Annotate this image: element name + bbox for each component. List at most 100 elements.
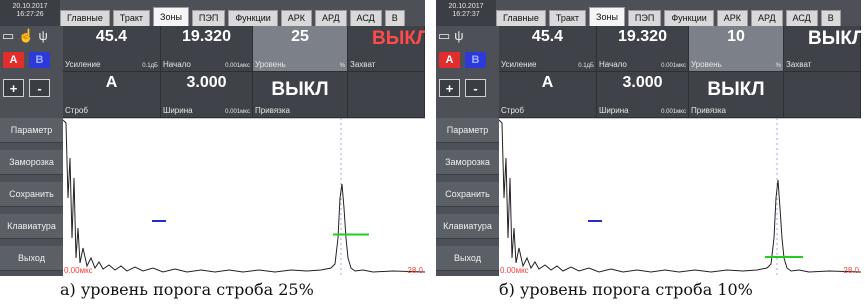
time-label: 16:27:26 <box>16 11 44 18</box>
channel-b-button[interactable]: B <box>29 52 50 68</box>
start-cell[interactable]: 19.320 Начало 0.001мкс <box>161 26 253 72</box>
binding-value: ВЫКЛ <box>271 79 329 100</box>
keyboard-button[interactable]: Клавиатура <box>0 214 63 239</box>
tab-asd[interactable]: АСД <box>785 10 818 26</box>
parameter-grid: 45.4 Усиление 0.1дБ 19.320 Начало 0.001м… <box>63 26 425 118</box>
minus-button[interactable]: - <box>465 79 486 97</box>
tab-probe[interactable]: ПЭП <box>627 10 662 26</box>
flaw-detector-screen-b: 20.10.2017 16:27:37 Главные Тракт Зоны П… <box>436 0 861 276</box>
tab-ard[interactable]: АРД <box>315 10 347 26</box>
screen-icon: ▭ <box>438 28 451 43</box>
echo-signal <box>499 119 861 273</box>
tab-ard[interactable]: АРД <box>751 10 783 26</box>
save-button[interactable]: Сохранить <box>0 182 63 207</box>
channel-a-button[interactable]: A <box>439 52 460 68</box>
exit-button[interactable]: Выход <box>0 246 63 271</box>
start-cell[interactable]: 19.320 Начало 0.001мкс <box>597 26 689 72</box>
exit-button[interactable]: Выход <box>436 246 499 271</box>
caption-a: а) уровень порога строба 25% <box>60 280 314 299</box>
keyboard-button[interactable]: Клавиатура <box>436 214 499 239</box>
channel-buttons: A B <box>439 52 486 68</box>
tab-tract[interactable]: Тракт <box>548 10 587 26</box>
gain-cell[interactable]: 45.4 Усиление 0.1дБ <box>499 26 597 72</box>
width-cell[interactable]: 3.000 Ширина 0.001мкс <box>161 72 253 118</box>
gate-value: A <box>541 74 554 91</box>
tab-tract[interactable]: Тракт <box>112 10 151 26</box>
tab-ark[interactable]: АРК <box>280 10 313 26</box>
gain-label: Усиление <box>501 60 537 69</box>
capture-value: ВЫКЛ <box>808 28 861 49</box>
width-label: Ширина <box>163 106 193 115</box>
status-icons: ▭ ψ <box>438 28 496 46</box>
binding-label: Привязка <box>255 106 290 115</box>
tab-bar: Главные Тракт Зоны ПЭП Функции АРК АРД А… <box>60 7 425 26</box>
tab-bar: Главные Тракт Зоны ПЭП Функции АРК АРД А… <box>496 7 861 26</box>
width-cell[interactable]: 3.000 Ширина 0.001мкс <box>597 72 689 118</box>
plus-button[interactable]: + <box>3 79 24 97</box>
gain-label: Усиление <box>65 60 101 69</box>
gain-unit: 0.1дБ <box>142 63 158 69</box>
freeze-button[interactable]: Заморозка <box>436 150 499 175</box>
axis-end-label: 28.0 <box>843 266 859 275</box>
tab-zones[interactable]: Зоны <box>153 7 189 26</box>
capture-cell[interactable]: ВЫКЛ Захват <box>348 26 425 72</box>
gain-cell[interactable]: 45.4 Усиление 0.1дБ <box>63 26 161 72</box>
tab-probe[interactable]: ПЭП <box>191 10 226 26</box>
flaw-detector-screen-a: 20.10.2017 16:27:26 Главные Тракт Зоны П… <box>0 0 425 276</box>
level-cell[interactable]: 10 Уровень % <box>689 26 784 72</box>
tab-more[interactable]: В <box>820 10 841 26</box>
tab-more[interactable]: В <box>384 10 405 26</box>
gain-unit: 0.1дБ <box>578 63 594 69</box>
tab-ark[interactable]: АРК <box>716 10 749 26</box>
capture-cell[interactable]: ВЫКЛ Захват <box>784 26 861 72</box>
status-icons: ▭ ☝ ψ <box>2 28 60 46</box>
parameter-button[interactable]: Параметр <box>436 118 499 143</box>
gate-cell[interactable]: A Строб <box>63 72 161 118</box>
channel-a-button[interactable]: A <box>3 52 24 68</box>
level-label: Уровень <box>255 60 286 69</box>
plus-minus-buttons: + - <box>439 79 486 97</box>
minus-button[interactable]: - <box>29 79 50 97</box>
time-label: 16:27:37 <box>452 11 480 18</box>
width-unit: 0.001мкс <box>661 109 686 115</box>
level-unit: % <box>775 63 781 69</box>
a-scan-display: 0.00мкс 28.0 <box>63 118 425 276</box>
width-unit: 0.001мкс <box>225 109 250 115</box>
level-label: Уровень <box>691 60 722 69</box>
freeze-button[interactable]: Заморозка <box>0 150 63 175</box>
start-value: 19.320 <box>182 28 231 45</box>
plus-minus-buttons: + - <box>3 79 50 97</box>
capture-label: Захват <box>350 60 376 69</box>
tab-main[interactable]: Главные <box>496 10 546 26</box>
tab-main[interactable]: Главные <box>60 10 110 26</box>
tab-asd[interactable]: АСД <box>349 10 382 26</box>
usb-icon: ψ <box>38 28 48 43</box>
start-unit: 0.001мкс <box>225 63 250 69</box>
binding-value: ВЫКЛ <box>707 79 765 100</box>
axis-start-label: 0.00мкс <box>500 266 529 275</box>
gate-cell[interactable]: A Строб <box>499 72 597 118</box>
empty-cell <box>348 72 425 118</box>
channel-b-button[interactable]: B <box>465 52 486 68</box>
tab-zones[interactable]: Зоны <box>589 7 625 26</box>
binding-cell[interactable]: ВЫКЛ Привязка <box>253 72 348 118</box>
datetime-display: 20.10.2017 16:27:26 <box>0 0 60 26</box>
echo-signal <box>63 119 425 273</box>
channel-buttons: A B <box>3 52 50 68</box>
tab-functions[interactable]: Функции <box>664 10 714 26</box>
capture-value: ВЫКЛ <box>372 28 425 49</box>
parameter-grid: 45.4 Усиление 0.1дБ 19.320 Начало 0.001м… <box>499 26 861 118</box>
empty-cell <box>784 72 861 118</box>
a-scan-plot <box>63 118 425 276</box>
binding-cell[interactable]: ВЫКЛ Привязка <box>689 72 784 118</box>
tab-functions[interactable]: Функции <box>228 10 278 26</box>
gate-label: Строб <box>501 106 524 115</box>
capture-label: Захват <box>786 60 812 69</box>
width-label: Ширина <box>599 106 629 115</box>
save-button[interactable]: Сохранить <box>436 182 499 207</box>
plus-button[interactable]: + <box>439 79 460 97</box>
width-value: 3.000 <box>186 74 227 91</box>
level-cell[interactable]: 25 Уровень % <box>253 26 348 72</box>
width-value: 3.000 <box>622 74 663 91</box>
parameter-button[interactable]: Параметр <box>0 118 63 143</box>
